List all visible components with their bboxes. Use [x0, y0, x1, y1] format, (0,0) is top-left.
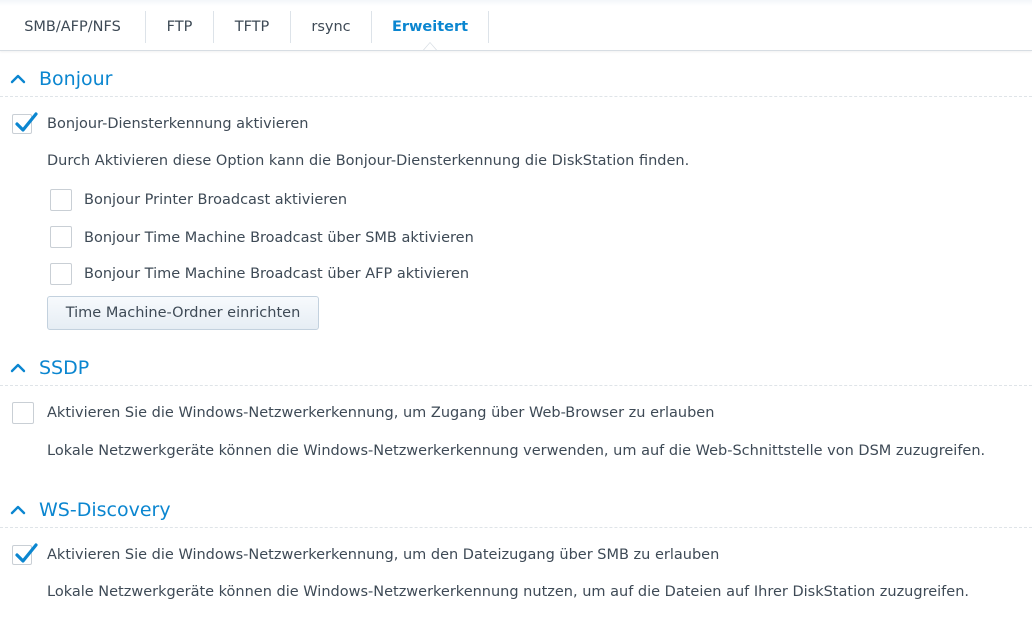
bonjour-tm-smb-checkbox[interactable] — [50, 226, 72, 248]
bonjour-description: Durch Aktivieren diese Option kann die B… — [47, 153, 690, 169]
section-title-bonjour: Bonjour — [39, 68, 113, 90]
ws-discovery-enable-label: Aktivieren Sie die Windows-Netzwerkerken… — [47, 547, 720, 563]
bonjour-tm-smb-label: Bonjour Time Machine Broadcast über SMB … — [84, 230, 474, 246]
chevron-up-icon[interactable] — [10, 71, 26, 87]
section-header-ws-discovery: WS-Discovery — [0, 497, 1032, 523]
checkmark-icon — [15, 543, 38, 563]
tab-smb-afp-nfs[interactable]: SMB/AFP/NFS — [0, 11, 146, 43]
section-divider — [0, 385, 1032, 386]
time-machine-folder-button[interactable]: Time Machine-Ordner einrichten — [47, 296, 319, 330]
section-title-ssdp: SSDP — [39, 357, 90, 379]
ssdp-enable-label: Aktivieren Sie die Windows-Netzwerkerken… — [47, 405, 715, 421]
ws-discovery-enable-checkbox[interactable] — [12, 543, 38, 565]
chevron-up-icon[interactable] — [10, 502, 26, 518]
section-divider — [0, 527, 1032, 528]
section-header-bonjour: Bonjour — [0, 66, 1032, 92]
chevron-up-icon[interactable] — [10, 360, 26, 376]
bonjour-enable-checkbox[interactable] — [12, 112, 38, 134]
bonjour-printer-broadcast-label: Bonjour Printer Broadcast aktivieren — [84, 192, 348, 208]
bonjour-printer-broadcast-checkbox[interactable] — [50, 189, 72, 211]
bonjour-enable-label: Bonjour-Diensterkennung aktivieren — [47, 116, 309, 132]
bonjour-tm-afp-checkbox[interactable] — [50, 263, 72, 285]
tab-tftp[interactable]: TFTP — [214, 11, 291, 43]
tab-bar: SMB/AFP/NFS FTP TFTP rsync Erweitert — [0, 0, 1032, 51]
checkmark-icon — [15, 112, 38, 132]
tab-rsync[interactable]: rsync — [291, 11, 372, 43]
bonjour-tm-afp-label: Bonjour Time Machine Broadcast über AFP … — [84, 266, 470, 282]
section-divider — [0, 96, 1032, 97]
section-title-ws-discovery: WS-Discovery — [39, 499, 171, 521]
ssdp-description: Lokale Netzwerkgeräte können die Windows… — [47, 443, 986, 459]
ws-discovery-description: Lokale Netzwerkgeräte können die Windows… — [47, 584, 969, 600]
ssdp-enable-checkbox[interactable] — [12, 402, 34, 424]
tab-erweitert[interactable]: Erweitert — [372, 11, 489, 43]
tab-ftp[interactable]: FTP — [146, 11, 214, 43]
section-header-ssdp: SSDP — [0, 355, 1032, 381]
active-tab-indicator-fill — [424, 43, 436, 50]
